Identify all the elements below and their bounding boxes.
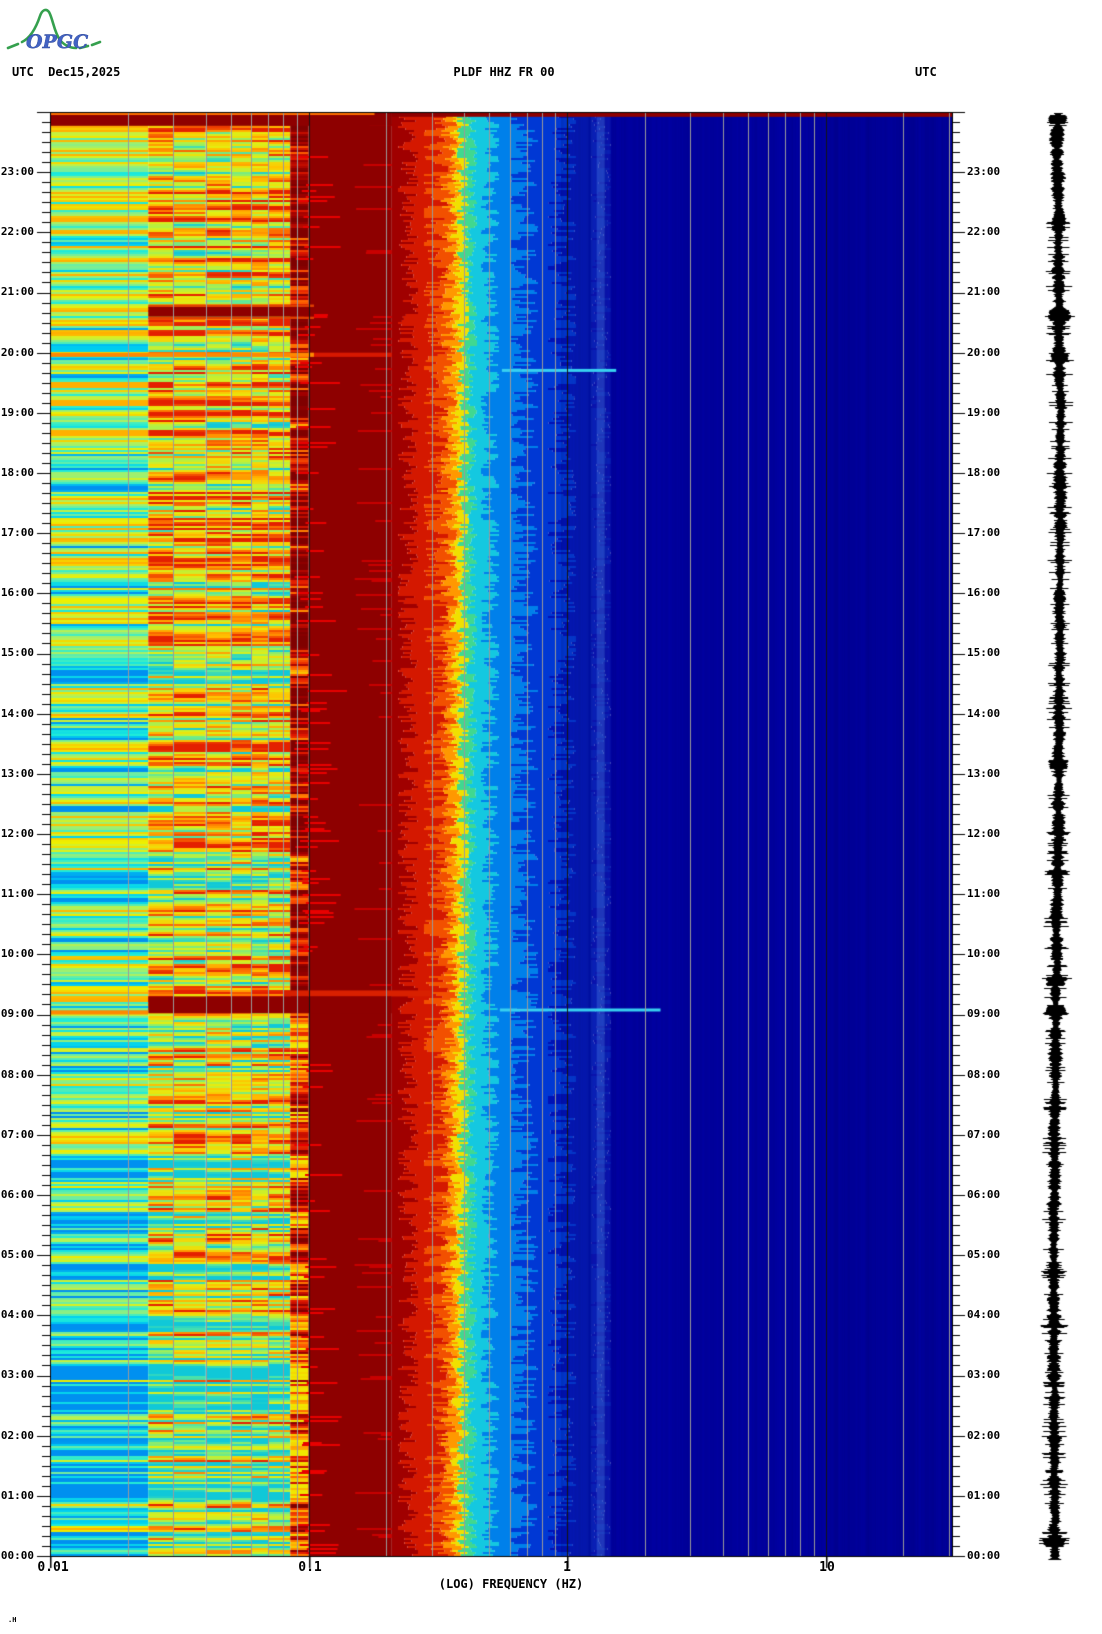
- time-label: 07:00: [0, 1127, 34, 1141]
- time-label: 09:00: [967, 1007, 1001, 1021]
- corner-mark: .H: [8, 1616, 17, 1624]
- time-label: 08:00: [967, 1067, 1001, 1081]
- time-label: 19:00: [967, 405, 1001, 419]
- time-label: 14:00: [0, 706, 34, 720]
- x-axis-label: (LOG) FREQUENCY (HZ): [438, 1577, 584, 1591]
- spectrogram-page: OPGC UTC Dec15,2025 PLDF HHZ FR 00 UTC 0…: [0, 0, 1102, 1634]
- time-label: 04:00: [0, 1308, 34, 1322]
- time-label: 13:00: [0, 766, 34, 780]
- logo-text: OPGC: [26, 31, 88, 53]
- time-label: 20:00: [0, 345, 34, 359]
- time-label: 02:00: [0, 1428, 34, 1442]
- freq-tick-label-10: 10: [819, 1560, 835, 1575]
- time-label: 11:00: [967, 887, 1001, 901]
- time-label: 05:00: [967, 1248, 1001, 1262]
- freq-tick-label-0p1: 0.1: [298, 1560, 322, 1575]
- time-label: 18:00: [0, 465, 34, 479]
- time-label: 05:00: [0, 1248, 34, 1262]
- time-label: 04:00: [967, 1308, 1001, 1322]
- time-label: 13:00: [967, 766, 1001, 780]
- time-label: 00:00: [967, 1549, 1001, 1562]
- time-label: 21:00: [967, 285, 1001, 299]
- time-label: 18:00: [967, 465, 1001, 479]
- time-label: 10:00: [0, 947, 34, 961]
- time-label: 10:00: [967, 947, 1001, 961]
- time-label: 01:00: [0, 1488, 34, 1502]
- time-label: 12:00: [0, 826, 34, 840]
- time-label: 02:00: [967, 1428, 1001, 1442]
- time-label: 15:00: [0, 646, 34, 660]
- date-label: UTC Dec15,2025: [12, 65, 121, 79]
- freq-tick-label-0p01: 0.01: [37, 1560, 69, 1575]
- time-label: 00:00: [0, 1549, 34, 1562]
- time-label: 23:00: [0, 165, 34, 179]
- time-label: 20:00: [967, 345, 1001, 359]
- time-label: 21:00: [0, 285, 34, 299]
- time-label: 22:00: [0, 225, 34, 239]
- opgc-logo: OPGC: [6, 8, 102, 53]
- time-label: 01:00: [967, 1488, 1001, 1502]
- time-label: 03:00: [967, 1368, 1001, 1382]
- time-label: 06:00: [967, 1187, 1001, 1201]
- spectrogram-canvas: [0, 0, 1102, 1634]
- time-label: 23:00: [967, 165, 1001, 179]
- utc-right-label: UTC: [915, 65, 937, 79]
- time-label: 12:00: [967, 826, 1001, 840]
- time-label: 19:00: [0, 405, 34, 419]
- page-title: PLDF HHZ FR 00: [453, 65, 555, 79]
- time-label: 17:00: [0, 526, 34, 540]
- time-label: 03:00: [0, 1368, 34, 1382]
- time-label: 08:00: [0, 1067, 34, 1081]
- time-label: 22:00: [967, 225, 1001, 239]
- time-label: 16:00: [967, 586, 1001, 600]
- time-label: 15:00: [967, 646, 1001, 660]
- time-label: 11:00: [0, 887, 34, 901]
- freq-tick-label-1: 1: [563, 1560, 571, 1575]
- time-label: 07:00: [967, 1127, 1001, 1141]
- time-label: 09:00: [0, 1007, 34, 1021]
- time-label: 06:00: [0, 1187, 34, 1201]
- time-label: 17:00: [967, 526, 1001, 540]
- time-label: 16:00: [0, 586, 34, 600]
- time-label: 14:00: [967, 706, 1001, 720]
